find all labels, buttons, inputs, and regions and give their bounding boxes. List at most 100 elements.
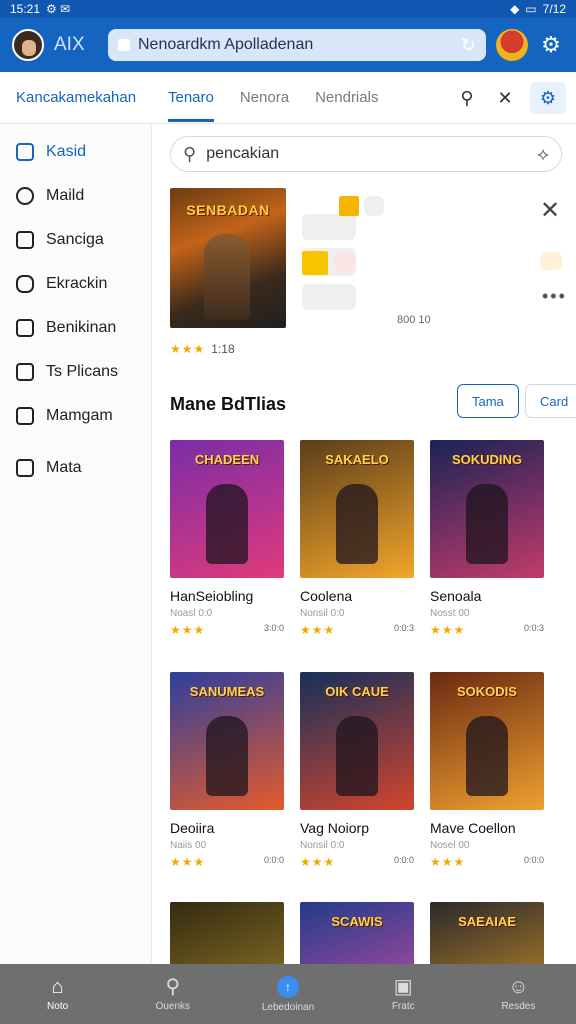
status-right-text: 7/12 [542, 2, 566, 16]
nav-label: Noto [47, 1000, 69, 1012]
secondary-button[interactable]: Card [525, 384, 576, 418]
tab-nenora[interactable]: Nenora [240, 72, 289, 124]
cover-hero [336, 484, 378, 564]
game-cover [170, 902, 284, 964]
game-subtitle: Noasl 0:0 [170, 608, 213, 619]
copy-icon [16, 231, 34, 249]
status-bar: 15:21 ⚙ ✉ ◆ ▭ 7/12 [0, 0, 576, 18]
yellow-tile [339, 196, 359, 216]
lock-icon [118, 39, 130, 51]
game-name: HanSeiobling [170, 588, 254, 604]
cover-hero [206, 484, 248, 564]
game-cover: CHADEEN [170, 440, 284, 578]
cover-title: SAEAIAE [458, 914, 516, 929]
game-name: Vag Noiorp [300, 820, 370, 836]
url-bar[interactable]: Nenoardkm Apolladenan ↻ [108, 29, 486, 61]
sidebar-item-label: Maild [46, 187, 85, 204]
game-name: Deoiira [170, 820, 215, 836]
avatar[interactable] [12, 29, 44, 61]
gray-tile [364, 196, 384, 216]
game-card[interactable]: CHADEEN HanSeiobling Noasl 0:0 ★★★ 3:0:0 [170, 440, 284, 637]
nav-center[interactable]: ↑ Lebedoinan [230, 964, 345, 1024]
cover-hero [466, 484, 508, 564]
cover-title: SAKAELO [325, 452, 389, 467]
sidebar-item-ts-plicans[interactable]: Ts Plicans [0, 350, 151, 394]
nav-profile[interactable]: ☺ Resdes [461, 964, 576, 1024]
search-icon[interactable]: ⚲ [454, 83, 480, 113]
bookmark-icon [16, 363, 34, 381]
game-card[interactable]: SANUMEAS Deoiira Naiis 00 ★★★ 0:0:0 [170, 672, 284, 869]
game-cover: SAKAELO [300, 440, 414, 578]
browser-brand: AIX [54, 34, 85, 55]
primary-button[interactable]: Tama [457, 384, 519, 418]
sidebar-item-label: Benikinan [46, 319, 117, 336]
sidebar-item-mata[interactable]: Mata [0, 446, 151, 490]
star-icon: ★★★ [170, 342, 206, 356]
voice-icon[interactable]: ⟡ [537, 144, 549, 165]
nav-label: Lebedoinan [261, 1001, 315, 1013]
star-icon: ★★★ [300, 623, 336, 637]
filter-icon[interactable]: ⚙ [530, 82, 566, 114]
cover-title: OIK CAUE [325, 684, 389, 699]
game-card[interactable]: SCAWIS [300, 902, 414, 964]
cover-hero [206, 716, 248, 796]
nav-home[interactable]: ⌂ Noto [0, 964, 115, 1024]
search-icon: ⚲ [183, 143, 197, 164]
target-icon [16, 187, 34, 205]
sidebar-item-mamgam[interactable]: Mamgam [0, 394, 151, 438]
nav-search[interactable]: ⚲ Ouenks [115, 964, 230, 1024]
tab-nendrials[interactable]: Nendrials [315, 72, 378, 124]
sidebar-item-maild[interactable]: Maild [0, 174, 151, 218]
sidebar-item-label: Kasid [46, 143, 87, 160]
profile-avatar[interactable] [496, 29, 528, 61]
game-cover: OIK CAUE [300, 672, 414, 810]
frame-icon: ▣ [393, 975, 413, 998]
game-subtitle: Nosel 00 [430, 840, 470, 851]
game-card[interactable]: SOKUDING Senoala Nosst 00 ★★★ 0:0:3 [430, 440, 544, 637]
cover-hero [336, 716, 378, 796]
game-count: 0:0:0 [263, 855, 284, 865]
game-card[interactable]: SAKAELO Coolena Nonsil 0:0 ★★★ 0:0:3 [300, 440, 414, 637]
circle-badge [334, 252, 356, 274]
game-count: 0:0:0 [523, 855, 544, 865]
cover-title: SCAWIS [331, 914, 383, 929]
cover-hero [466, 716, 508, 796]
game-subtitle: Naiis 00 [170, 840, 207, 851]
tab-tenaro[interactable]: Tenaro [168, 72, 214, 124]
game-subtitle: Nosst 00 [430, 608, 470, 619]
game-count: 0:0:3 [523, 623, 544, 633]
game-card[interactable]: OIK CAUE Vag Noiorp Nonsil 0:0 ★★★ 0:0:0 [300, 672, 414, 869]
game-card[interactable]: SAEAIAE [430, 902, 544, 964]
game-card[interactable]: SOKODIS Mave Coellon Nosel 00 ★★★ 0:0:0 [430, 672, 544, 869]
bottom-nav: ⌂ Noto ⚲ Ouenks ↑ Lebedoinan ▣ Fratc ☺ Resdes [0, 964, 576, 1024]
placeholder-block [302, 284, 356, 310]
placeholder-block [302, 214, 356, 240]
game-cover: SCAWIS [300, 902, 414, 964]
game-cover: SANUMEAS [170, 672, 284, 810]
more-icon[interactable]: ••• [542, 286, 567, 307]
game-name: Mave Coellon [430, 820, 516, 836]
close-icon[interactable]: ✕ [492, 83, 518, 113]
search-input[interactable]: ⚲ pencakian ⟡ [170, 136, 562, 172]
sidebar-item-ekrackin[interactable]: Ekrackin [0, 262, 151, 306]
close-icon[interactable]: ✕ [540, 196, 560, 225]
gear-icon[interactable]: ⚙ [538, 32, 564, 58]
sidebar-item-label: Ekrackin [46, 275, 108, 292]
reload-icon[interactable]: ↻ [461, 35, 476, 56]
sidebar-item-benikinan[interactable]: Benikinan [0, 306, 151, 350]
nav-frame[interactable]: ▣ Fratc [346, 964, 461, 1024]
image-icon [16, 459, 34, 477]
game-cover: SOKODIS [430, 672, 544, 810]
featured-title: SENBADAN [186, 202, 270, 218]
status-left-icons: ⚙ ✉ [46, 2, 71, 16]
game-count: 0:0:3 [393, 623, 414, 633]
featured-stat: 800 10 [397, 314, 431, 326]
fab-icon: ↑ [277, 975, 299, 998]
game-card[interactable] [170, 902, 284, 964]
featured-cover[interactable]: SENBADAN [170, 188, 286, 328]
nav-label: Fratc [391, 1000, 415, 1012]
sidebar-item-sanciga[interactable]: Sanciga [0, 218, 151, 262]
sidebar-item-kasid[interactable]: Kasid [0, 130, 151, 174]
featured-hero-art [204, 234, 250, 320]
search-icon: ⚲ [165, 975, 181, 998]
